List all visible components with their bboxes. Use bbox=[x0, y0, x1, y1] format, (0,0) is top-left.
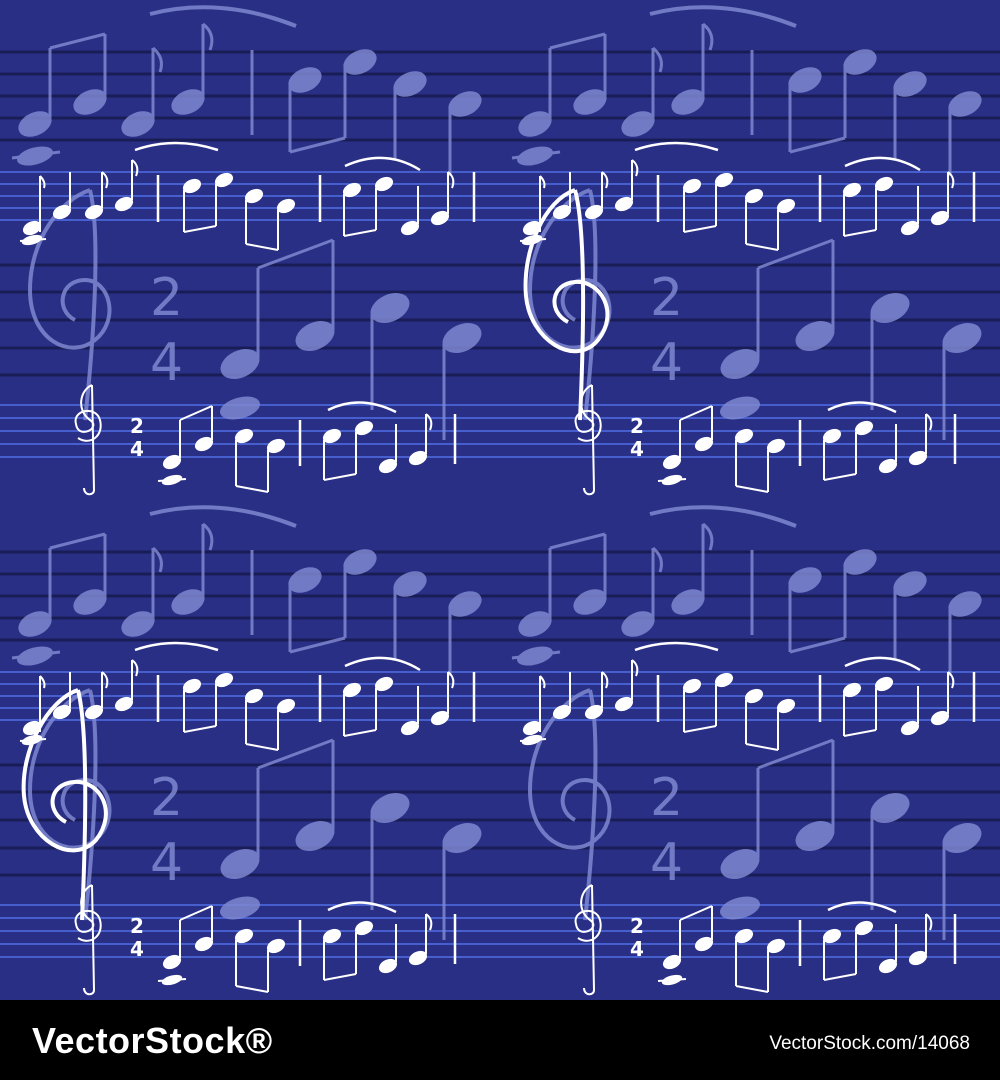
pattern-top-band bbox=[0, 0, 1000, 502]
brand-logo: VectorStock® bbox=[32, 1020, 273, 1061]
pattern-bottom-band bbox=[0, 498, 1000, 1000]
sheet-music-artwork: 2 4 bbox=[0, 0, 1000, 1000]
image-id-url: VectorStock.com/14068 bbox=[769, 1033, 970, 1054]
